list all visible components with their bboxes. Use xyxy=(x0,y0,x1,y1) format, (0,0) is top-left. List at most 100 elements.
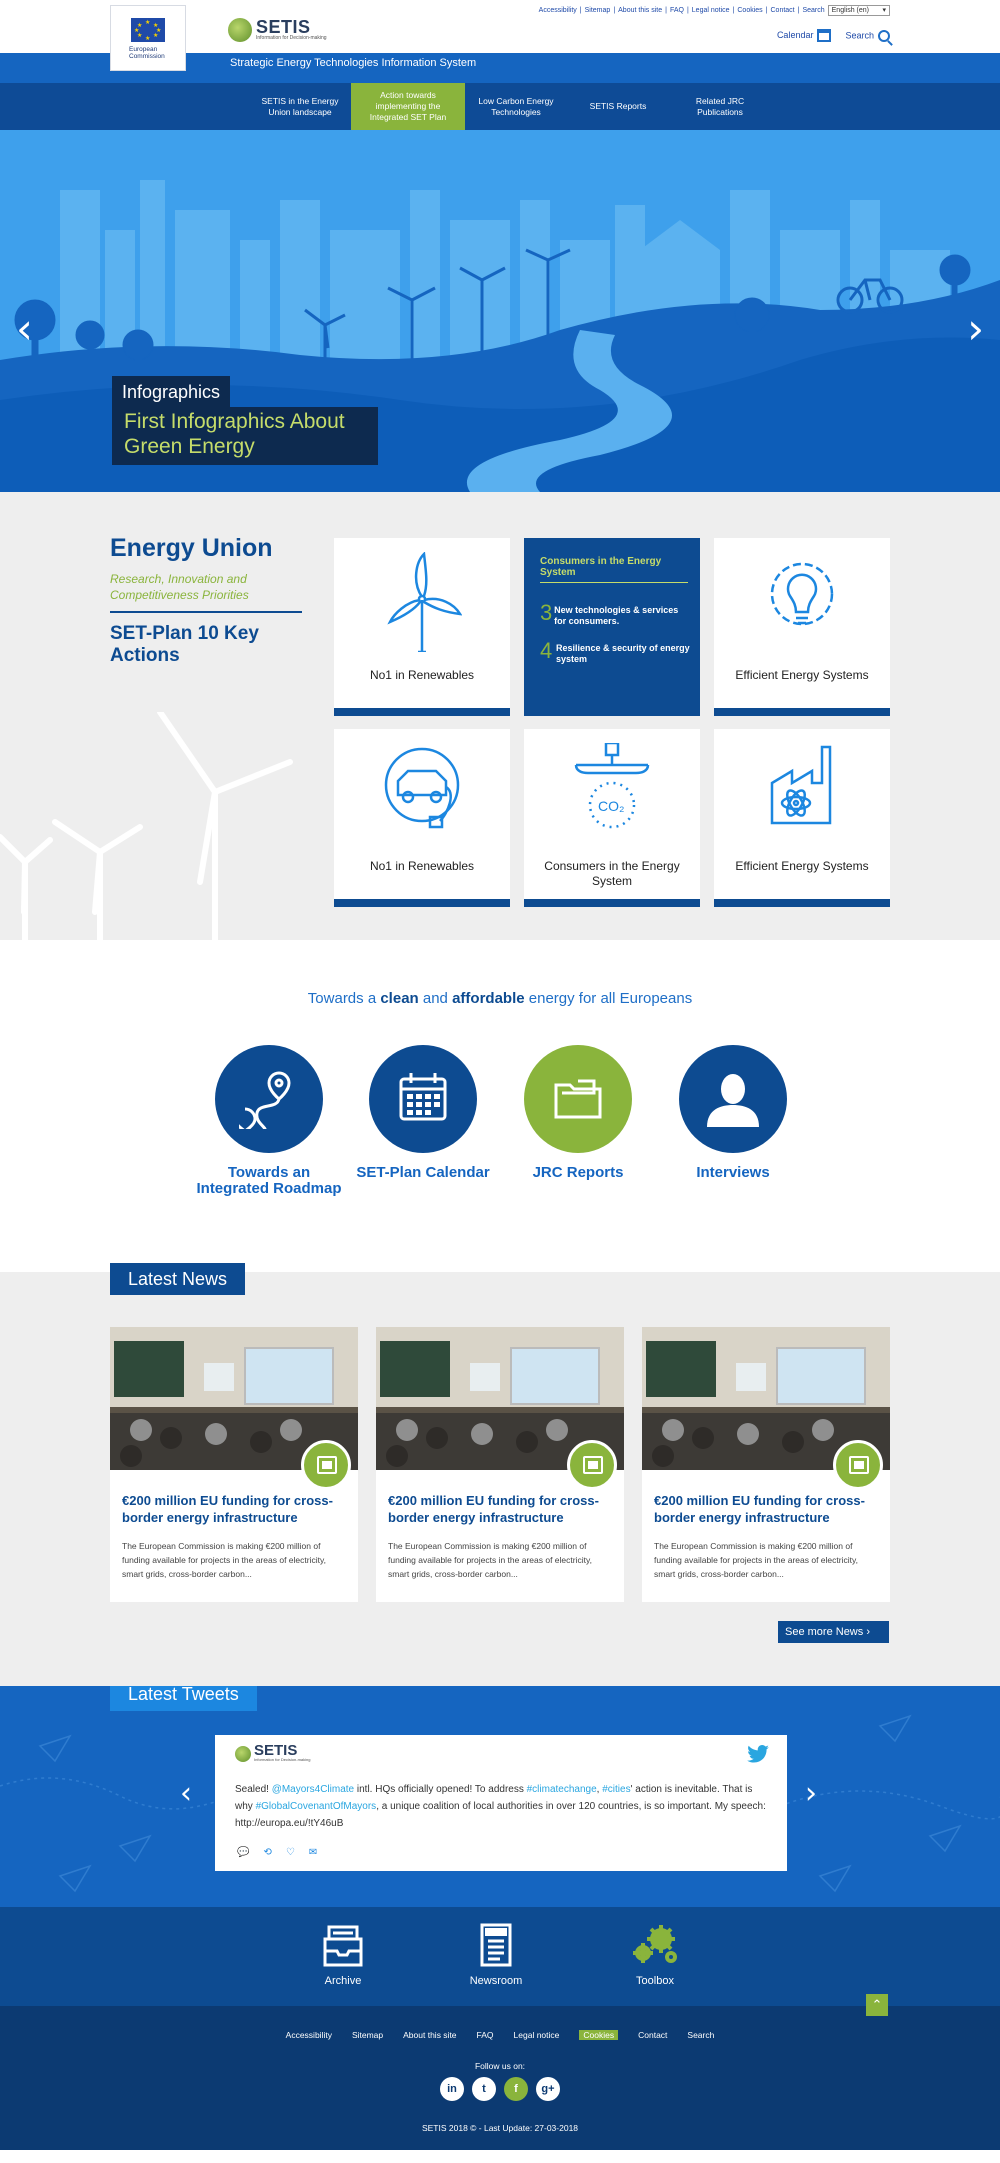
quick-link-label: Towards an Integrated Roadmap xyxy=(196,1164,342,1197)
linkedin-icon[interactable]: in xyxy=(440,2077,464,2101)
setis-logo[interactable]: SETIS Information for Decision-making xyxy=(228,18,327,42)
european-commission-logo[interactable]: ★ ★ ★ ★ ★ ★ ★ ★ European Commission xyxy=(110,5,186,71)
social-links: in t f g+ xyxy=(0,2077,1000,2101)
tweet-hashtag-link[interactable]: #GlobalCovenantOfMayors xyxy=(256,1801,377,1812)
featured-item: 3 New technologies & services for consum… xyxy=(540,602,690,627)
newsroom-icon xyxy=(480,1923,512,1967)
latest-tweets-section: Latest Tweets ‹ › SETIS Information for … xyxy=(0,1686,1000,1907)
util-link[interactable]: FAQ xyxy=(670,7,684,14)
quick-link-jrc-reports[interactable]: JRC Reports xyxy=(503,1045,653,1181)
language-select[interactable]: English (en) xyxy=(827,5,890,16)
hero-category: Infographics xyxy=(112,376,231,407)
footer-quick-label: Toolbox xyxy=(636,1975,674,1987)
reply-icon[interactable]: 💬 xyxy=(237,1847,249,1858)
nav-item-jrc-publications[interactable]: Related JRC Publications xyxy=(669,83,771,130)
tweet-author-sub: Information for Decision-making xyxy=(254,1757,311,1762)
footer-link[interactable]: Search xyxy=(687,2030,714,2040)
wind-turbine-icon xyxy=(387,552,462,652)
hero-prev-arrow[interactable]: ‹ xyxy=(16,308,33,350)
util-link[interactable]: Contact xyxy=(771,7,795,14)
hero-next-arrow[interactable]: › xyxy=(967,308,984,350)
card-consumers-featured[interactable]: Consumers in the Energy System 3 New tec… xyxy=(524,538,700,716)
news-excerpt: The European Commission is making €200 m… xyxy=(122,1541,326,1579)
newsroom-icon xyxy=(833,1440,883,1490)
footer-quick-label: Newsroom xyxy=(469,1975,523,1987)
tweet-mention-link[interactable]: @Mayors4Climate xyxy=(272,1784,354,1795)
card-label: Efficient Energy Systems xyxy=(735,668,869,682)
quick-link-roadmap[interactable]: Towards an Integrated Roadmap xyxy=(194,1045,344,1197)
card-efficient-systems-2[interactable]: Efficient Energy Systems xyxy=(714,729,890,907)
latest-news-heading: Latest News xyxy=(110,1263,246,1295)
footer-link[interactable]: Sitemap xyxy=(352,2030,383,2040)
electric-car-icon xyxy=(384,747,460,829)
footer-link-toolbox[interactable]: Toolbox xyxy=(605,1923,705,1987)
see-more-news-button[interactable]: See more News › xyxy=(778,1621,889,1643)
util-link[interactable]: Sitemap xyxy=(585,7,611,14)
footer-link-active[interactable]: Cookies xyxy=(579,2030,619,2040)
archive-icon xyxy=(323,1925,363,1967)
title-part-bold: affordable xyxy=(452,990,525,1007)
footer-link-newsroom[interactable]: Newsroom xyxy=(446,1923,546,1987)
card-electric-mobility[interactable]: No1 in Renewables xyxy=(334,729,510,907)
util-link[interactable]: Legal notice xyxy=(692,7,730,14)
nav-item-set-plan[interactable]: Action towards implementing the Integrat… xyxy=(351,83,465,130)
tweet-hashtag-link[interactable]: #climatechange xyxy=(527,1784,597,1795)
footer-link[interactable]: FAQ xyxy=(477,2030,494,2040)
news-card[interactable]: €200 million EU funding for cross-border… xyxy=(110,1327,358,1602)
util-link[interactable]: Accessibility xyxy=(539,7,577,14)
calendar-link[interactable]: Calendar xyxy=(777,29,832,42)
card-renewables[interactable]: No1 in Renewables xyxy=(334,538,510,716)
tweets-next-arrow[interactable]: › xyxy=(805,1776,817,1811)
util-link[interactable]: Search xyxy=(802,7,824,14)
nav-item-energy-union[interactable]: SETIS in the Energy Union landscape xyxy=(249,83,351,130)
title-part: and xyxy=(418,990,453,1007)
util-link[interactable]: About this site xyxy=(618,7,662,14)
energy-union-subtitle: Research, Innovation and Competitiveness… xyxy=(110,571,302,613)
card-efficient-systems[interactable]: Efficient Energy Systems xyxy=(714,538,890,716)
search-link[interactable]: Search xyxy=(845,29,890,42)
twitter-icon[interactable]: t xyxy=(472,2077,496,2101)
copyright: SETIS 2018 © - Last Update: 27-03-2018 xyxy=(421,2123,579,2133)
card-label: Consumers in the Energy System xyxy=(544,859,680,888)
latest-tweets-heading: Latest Tweets xyxy=(110,1686,257,1711)
follow-us-label: Follow us on: xyxy=(474,2061,526,2071)
tweet-card[interactable]: SETIS Information for Decision-making Se… xyxy=(215,1735,787,1871)
person-icon xyxy=(707,1074,759,1127)
like-icon[interactable]: ♡ xyxy=(286,1847,295,1858)
featured-item-text: Resilience & security of energy system xyxy=(556,643,690,664)
lightbulb-gear-icon xyxy=(770,562,834,626)
card-consumers[interactable]: CO₂ Consumers in the Energy System xyxy=(524,729,700,907)
footer-link-archive[interactable]: Archive xyxy=(293,1923,393,1987)
quick-link-calendar[interactable]: SET-Plan Calendar xyxy=(348,1045,498,1181)
quick-links-section: Towards a clean and affordable energy fo… xyxy=(0,940,1000,1272)
back-to-top-button[interactable]: ⌃ xyxy=(866,1994,888,2016)
calendar-label: Calendar xyxy=(776,29,814,40)
tweets-prev-arrow[interactable]: ‹ xyxy=(180,1776,192,1811)
facebook-icon[interactable]: f xyxy=(504,2077,528,2101)
footer-link[interactable]: Contact xyxy=(638,2030,667,2040)
nuclear-plant-icon xyxy=(770,745,832,825)
google-plus-icon[interactable]: g+ xyxy=(536,2077,560,2101)
ec-logo-text: European Commission xyxy=(129,46,165,60)
footer-link[interactable]: About this site xyxy=(403,2030,456,2040)
see-more-label: See more News xyxy=(785,1626,864,1638)
tweet-author-logo: SETIS Information for Decision-making xyxy=(235,1743,311,1762)
nav-item-technologies[interactable]: Low Carbon Energy Technologies xyxy=(465,83,567,130)
news-card[interactable]: €200 million EU funding for cross-border… xyxy=(642,1327,890,1602)
hero-caption[interactable]: Infographics First Infographics About Gr… xyxy=(112,376,378,465)
retweet-icon[interactable]: ⟲ xyxy=(263,1847,271,1858)
setplan-heading: SET-Plan 10 Key Actions xyxy=(110,623,259,666)
footer-links: Accessibility Sitemap About this site FA… xyxy=(0,2030,1000,2040)
news-card[interactable]: €200 million EU funding for cross-border… xyxy=(376,1327,624,1602)
nav-item-reports[interactable]: SETIS Reports xyxy=(567,83,669,130)
util-link[interactable]: Cookies xyxy=(737,7,762,14)
footer-link[interactable]: Legal notice xyxy=(514,2030,560,2040)
footer-link[interactable]: Accessibility xyxy=(286,2030,332,2040)
quick-link-label: Interviews xyxy=(696,1164,770,1181)
twitter-bird-icon[interactable] xyxy=(747,1745,769,1763)
tweet-hashtag-link[interactable]: #cities xyxy=(602,1784,630,1795)
wind-turbines-decoration xyxy=(0,712,293,940)
mail-icon[interactable]: ✉ xyxy=(309,1847,317,1858)
newsroom-icon xyxy=(301,1440,351,1490)
quick-link-interviews[interactable]: Interviews xyxy=(658,1045,808,1181)
